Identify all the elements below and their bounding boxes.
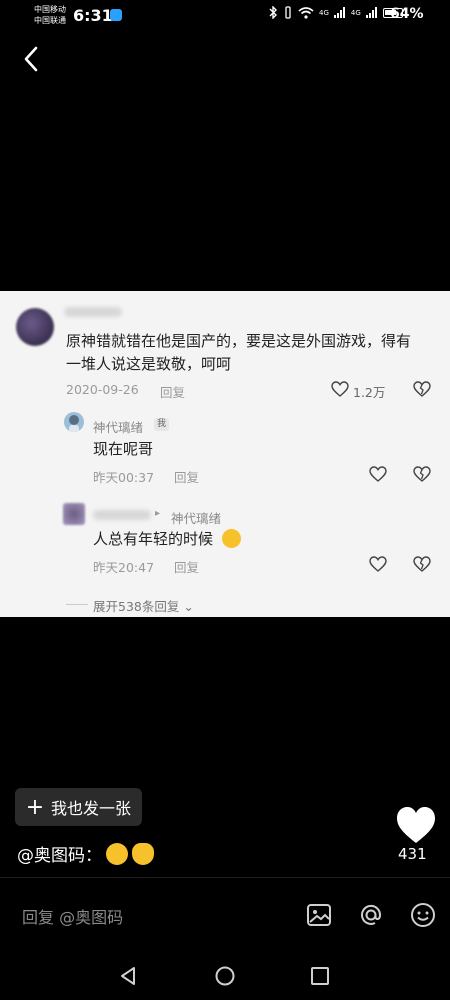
divider — [66, 604, 88, 605]
comment-date: 2020-09-26 — [66, 382, 139, 397]
reply-date: 昨天20:47 — [93, 560, 155, 575]
laughing-emoji-icon — [106, 842, 128, 865]
dislike-icon[interactable] — [413, 556, 431, 572]
divider — [0, 877, 450, 878]
nav-back-icon[interactable] — [117, 965, 139, 987]
like-count: 431 — [398, 845, 427, 863]
heart-icon[interactable] — [395, 805, 437, 845]
vibrate-icon — [285, 6, 291, 19]
carrier-labels: 中国移动 中国联通 — [34, 4, 66, 26]
nav-recents-icon[interactable] — [309, 965, 331, 987]
comment-text-line2: 一堆人说这是致敬，呵呵 — [66, 355, 232, 373]
caption-text: @奥图码： — [17, 846, 102, 866]
clock: 6:31 — [73, 6, 113, 25]
ok-hand-emoji-icon — [132, 842, 154, 865]
reply-arrow-icon: ▸ — [155, 508, 161, 519]
avatar — [16, 308, 54, 346]
system-nav-bar — [0, 955, 450, 1000]
author-tag: 我 — [154, 418, 170, 431]
comment-screenshot: 原神错就错在他是国产的，要是这是外国游戏，得有 一堆人说这是致敬，呵呵 2020… — [0, 291, 450, 617]
reply-button[interactable]: 回复 — [160, 382, 185, 401]
blurred-username — [93, 510, 151, 520]
carrier-2: 中国联通 — [34, 16, 66, 25]
signal-icon-2 — [365, 7, 377, 18]
reply-button[interactable]: 回复 — [174, 467, 199, 486]
wifi-icon — [298, 6, 314, 19]
carrier-1: 中国移动 — [34, 5, 66, 14]
avatar — [64, 412, 84, 432]
chevron-down-icon: ⌄ — [183, 599, 194, 614]
expand-replies-label: 展开538条回复 — [93, 599, 180, 614]
back-arrow-icon[interactable] — [20, 44, 44, 74]
network-type-1: 4G — [319, 8, 329, 17]
like-count: 1.2万 — [353, 385, 386, 400]
at-icon[interactable] — [358, 902, 384, 928]
network-type-2: 4G — [350, 8, 361, 17]
heart-icon[interactable] — [369, 556, 387, 572]
app-notification-icon — [110, 9, 122, 21]
avatar — [63, 503, 85, 525]
heart-icon[interactable] — [331, 381, 349, 397]
reply-date: 昨天00:37 — [93, 470, 155, 485]
signal-icon-1 — [333, 7, 345, 18]
post-image-label: 我也发一张 — [51, 799, 132, 818]
author-name[interactable]: 神代璃绪 — [93, 417, 143, 436]
expand-replies[interactable]: 展开538条回复 ⌄ — [93, 596, 194, 615]
image-icon[interactable] — [306, 902, 332, 928]
laughing-emoji-icon — [222, 529, 241, 548]
avatar-figure — [69, 415, 79, 432]
emoji-icon[interactable] — [410, 902, 436, 928]
caption: @奥图码： — [17, 841, 154, 866]
battery-percent: 64% — [390, 6, 424, 22]
heart-icon[interactable] — [369, 466, 387, 482]
reply-to-name[interactable]: 神代璃绪 — [171, 508, 221, 527]
dislike-icon[interactable] — [413, 466, 431, 482]
post-image-button[interactable]: + 我也发一张 — [15, 788, 142, 826]
plus-icon: + — [25, 794, 45, 820]
nav-home-icon[interactable] — [214, 965, 236, 987]
bluetooth-icon — [269, 6, 277, 19]
status-bar: 中国移动 中国联通 6:31 4G 4G 64% — [0, 0, 450, 32]
system-icons: 4G 4G — [268, 6, 403, 19]
reply-input[interactable]: 回复 @奥图码 — [22, 904, 123, 928]
reply-text: 人总有年轻的时候 — [93, 530, 214, 548]
blurred-username — [64, 307, 122, 317]
dislike-icon[interactable] — [413, 381, 431, 397]
reply-text: 现在呢哥 — [93, 440, 154, 458]
reply-button[interactable]: 回复 — [174, 557, 199, 576]
comment-text-line1: 原神错就错在他是国产的，要是这是外国游戏，得有 — [66, 332, 412, 350]
